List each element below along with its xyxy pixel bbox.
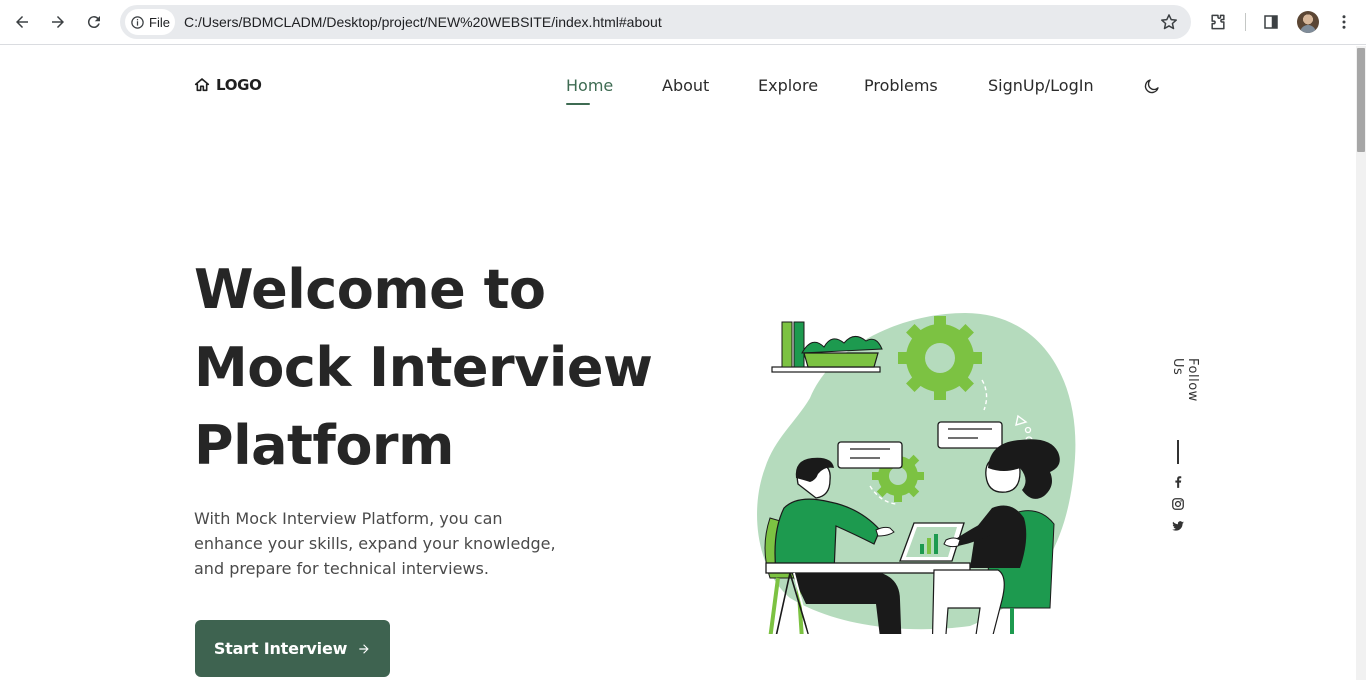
address-bar[interactable]: File C:/Users/BDMCLADM/Desktop/project/N… [120, 5, 1191, 39]
nav-link-about[interactable]: About [662, 76, 709, 95]
site-chip-label: File [149, 14, 170, 30]
back-arrow-icon [16, 16, 28, 28]
side-panel-icon [1264, 15, 1278, 29]
back-button[interactable] [7, 7, 37, 37]
url-text[interactable]: C:/Users/BDMCLADM/Desktop/project/NEW%20… [184, 14, 662, 30]
arrow-right-icon [359, 643, 369, 654]
forward-button[interactable] [43, 7, 73, 37]
start-interview-button[interactable]: Start Interview [195, 620, 390, 677]
nav-link-explore[interactable]: Explore [758, 76, 818, 95]
hero-description-line: With Mock Interview Platform, you can [194, 509, 503, 528]
site-info-chip[interactable]: File [125, 9, 175, 35]
browser-toolbar: File C:/Users/BDMCLADM/Desktop/project/N… [0, 0, 1366, 45]
interview-illustration [757, 313, 1076, 634]
vertical-scrollbar[interactable] [1356, 46, 1366, 680]
hero-title-line: Mock Interview [194, 336, 653, 399]
extensions-icon [1211, 14, 1225, 30]
facebook-icon[interactable] [1171, 475, 1185, 489]
follow-us-label: Follow Us [1170, 358, 1200, 402]
menu-button[interactable] [1333, 11, 1355, 33]
nav-link-problems[interactable]: Problems [864, 76, 938, 95]
site-logo[interactable]: LOGO [194, 76, 262, 94]
scrollbar-thumb[interactable] [1357, 48, 1365, 152]
reload-icon [87, 16, 100, 29]
forward-arrow-icon [52, 16, 64, 28]
hero-title: Welcome to Mock Interview Platform [194, 251, 694, 485]
nav-link-home[interactable]: Home [566, 76, 613, 95]
follow-us-divider [1177, 440, 1179, 464]
profile-avatar[interactable] [1297, 11, 1319, 33]
hero-title-line: Platform [194, 414, 454, 477]
nav-link-signup-login[interactable]: SignUp/LogIn [988, 76, 1094, 95]
twitter-icon[interactable] [1171, 519, 1185, 533]
more-vert-icon [1342, 15, 1346, 29]
toolbar-divider [1245, 13, 1246, 31]
reload-button[interactable] [79, 7, 109, 37]
hero-description-line: enhance your skills, expand your knowled… [194, 534, 556, 553]
instagram-icon[interactable] [1171, 497, 1185, 511]
logo-text: LOGO [216, 76, 262, 94]
hero-description-line: and prepare for technical interviews. [194, 559, 489, 578]
hero-title-line: Welcome to [194, 258, 546, 321]
extensions-button[interactable] [1207, 11, 1229, 33]
side-panel-button[interactable] [1260, 11, 1282, 33]
info-icon [131, 15, 144, 29]
page-viewport: LOGO Home About Explore Problems SignUp/… [0, 46, 1356, 680]
nav-active-indicator [566, 103, 590, 105]
start-interview-label: Start Interview [213, 639, 348, 658]
star-icon[interactable] [1159, 12, 1179, 32]
moon-icon[interactable] [1143, 77, 1161, 95]
hero-description: With Mock Interview Platform, you can en… [194, 506, 574, 581]
home-icon [194, 78, 210, 92]
